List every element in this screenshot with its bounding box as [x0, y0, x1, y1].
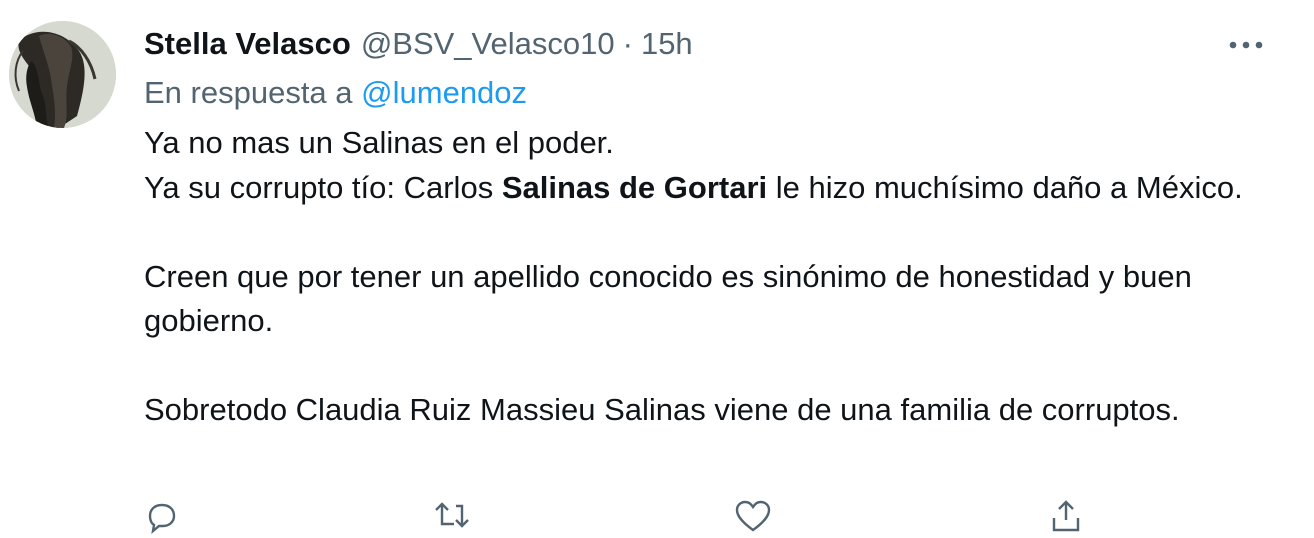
tweet-line: Ya no mas un Salinas en el poder.: [144, 125, 614, 160]
separator-dot: ·: [622, 26, 633, 61]
tweet-line: Ya su corrupto tío: Carlos Salinas de Go…: [144, 166, 1284, 211]
tweet-actions: [0, 498, 1314, 534]
highlighted-name: Salinas de Gortari: [501, 169, 768, 205]
tweet-text: Ya no mas un Salinas en el poder. Ya su …: [144, 121, 1284, 433]
tweet[interactable]: Stella Velasco @BSV_Velasco10 · 15h En r…: [0, 0, 1314, 534]
more-horizontal-icon: [1229, 41, 1263, 49]
avatar-photo: [9, 21, 116, 128]
author-handle[interactable]: @BSV_Velasco10: [361, 24, 615, 64]
tweet-paragraph: Sobretodo Claudia Ruiz Massieu Salinas v…: [144, 392, 1180, 427]
avatar[interactable]: [9, 21, 116, 128]
retweet-icon: [435, 502, 469, 528]
share-button[interactable]: [1048, 498, 1088, 538]
reply-prefix: En respuesta a: [144, 75, 353, 110]
tweet-timestamp[interactable]: 15h: [641, 24, 693, 64]
reply-icon: [148, 503, 176, 534]
like-button[interactable]: [734, 498, 774, 538]
author-display-name[interactable]: Stella Velasco: [144, 24, 351, 64]
reply-mention-link[interactable]: @lumendoz: [361, 75, 527, 110]
more-options-button[interactable]: [1226, 30, 1266, 60]
share-icon: [1052, 500, 1080, 532]
reply-button[interactable]: [144, 498, 184, 538]
tweet-header: Stella Velasco @BSV_Velasco10 · 15h: [144, 24, 693, 64]
retweet-button[interactable]: [432, 498, 472, 538]
tweet-text-segment: le hizo muchísimo daño a México.: [767, 169, 1243, 205]
reply-context: En respuesta a @lumendoz: [144, 73, 527, 113]
tweet-text-segment: Ya su corrupto tío: Carlos: [144, 169, 502, 205]
heart-icon: [735, 500, 771, 532]
tweet-paragraph: Creen que por tener un apellido conocido…: [144, 258, 1192, 339]
